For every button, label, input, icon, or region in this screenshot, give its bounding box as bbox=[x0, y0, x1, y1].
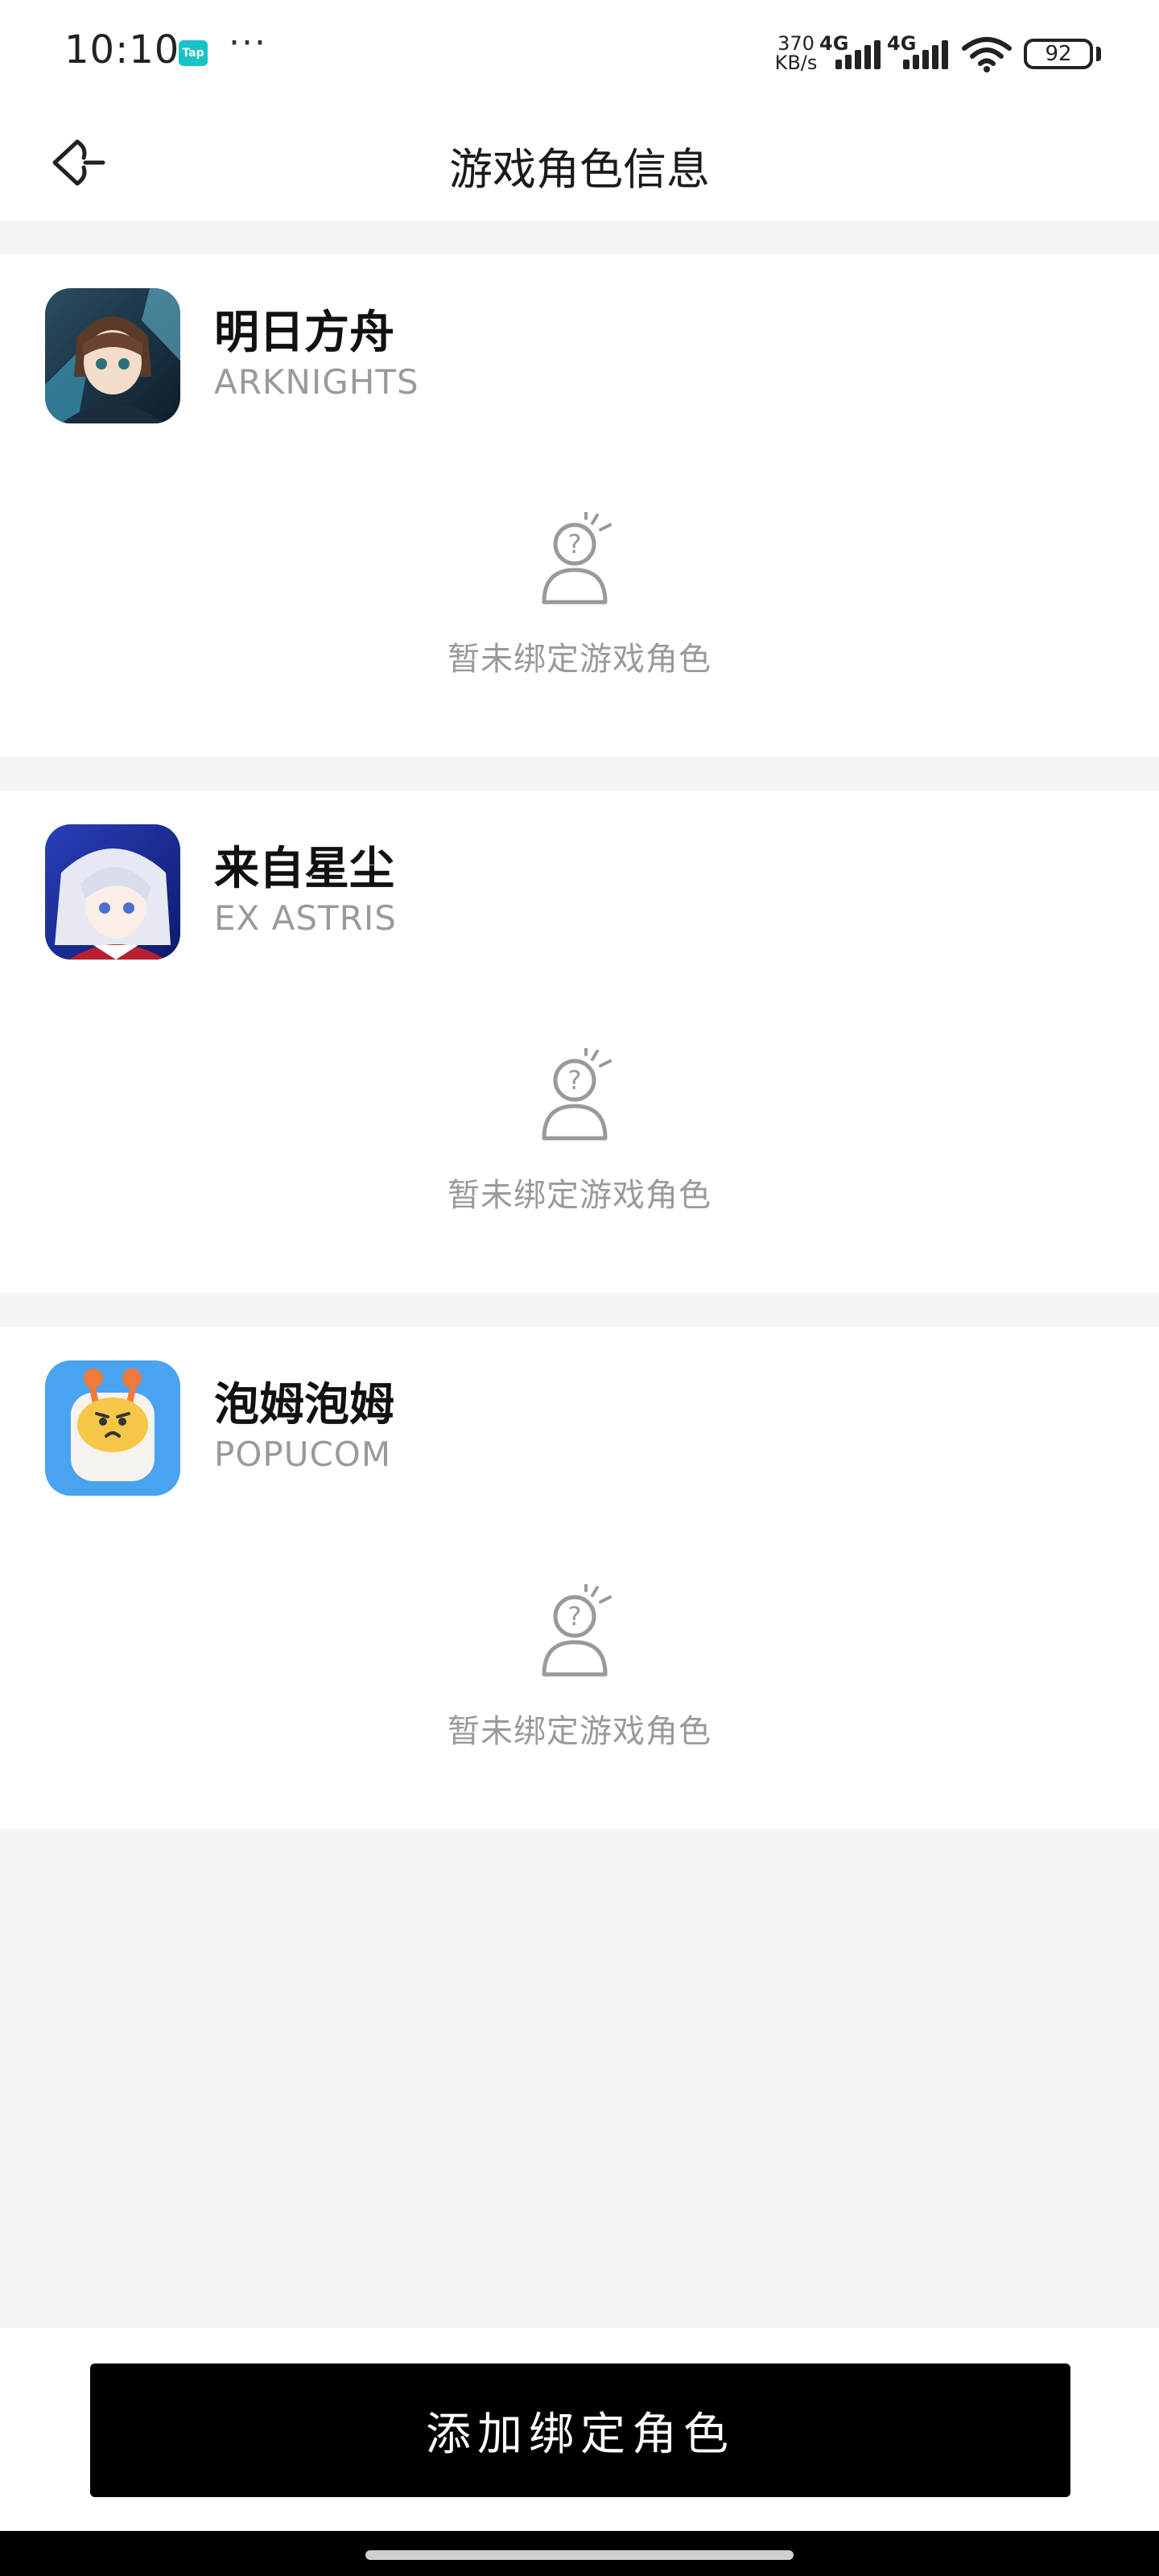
popucom-game-icon bbox=[45, 1360, 180, 1496]
svg-text:?: ? bbox=[568, 529, 582, 559]
ex-astris-game-icon bbox=[45, 824, 180, 960]
page-header: 游戏角色信息 bbox=[0, 103, 1159, 221]
status-time: 10:10 bbox=[64, 27, 180, 72]
network-speed-unit: KB/s bbox=[774, 52, 818, 74]
game-title: 来自星尘 bbox=[214, 843, 394, 895]
game-title: 泡姆泡姆 bbox=[214, 1379, 394, 1431]
home-indicator[interactable] bbox=[365, 2550, 794, 2560]
system-nav-bar bbox=[0, 2531, 1159, 2576]
network-speed: 370 KB/s bbox=[768, 34, 824, 72]
svg-text:?: ? bbox=[568, 1601, 582, 1632]
network-speed-value: 370 bbox=[777, 32, 815, 55]
tap-app-icon: Tap bbox=[179, 40, 208, 66]
game-subtitle: EX ASTRIS bbox=[214, 898, 397, 938]
app-root: 10:10 Tap ··· 370 KB/s 4G 4G 92 游戏角色信息 明… bbox=[0, 0, 1159, 2576]
add-bind-character-button[interactable]: 添加绑定角色 bbox=[90, 2363, 1070, 2497]
no-character-icon: ? bbox=[542, 1048, 612, 1141]
empty-state-text: 暂未绑定游戏角色 bbox=[448, 1713, 711, 1750]
empty-state-text: 暂未绑定游戏角色 bbox=[448, 641, 711, 678]
signal-icon-2 bbox=[903, 39, 951, 69]
game-subtitle: ARKNIGHTS bbox=[214, 362, 419, 402]
game-title: 明日方舟 bbox=[214, 307, 394, 359]
page-title: 游戏角色信息 bbox=[449, 144, 710, 195]
game-subtitle: POPUCOM bbox=[214, 1435, 392, 1474]
battery-level: 92 bbox=[1045, 42, 1072, 66]
arknights-game-icon bbox=[45, 288, 180, 423]
game-card-popucom: 泡姆泡姆 POPUCOM ? 暂未绑定游戏角色 bbox=[0, 1327, 1159, 1829]
wifi-icon bbox=[962, 37, 1012, 72]
signal-icon-1 bbox=[835, 39, 884, 69]
svg-text:?: ? bbox=[568, 1065, 582, 1096]
bottom-action-bar: 添加绑定角色 bbox=[0, 2328, 1159, 2531]
status-bar: 10:10 Tap ··· 370 KB/s 4G 4G 92 bbox=[0, 0, 1159, 103]
battery-icon: 92 bbox=[1024, 39, 1093, 69]
no-character-icon: ? bbox=[542, 1584, 612, 1677]
empty-state-text: 暂未绑定游戏角色 bbox=[448, 1177, 711, 1214]
no-character-icon: ? bbox=[542, 512, 612, 605]
battery-tip bbox=[1096, 47, 1101, 61]
game-card-arknights: 明日方舟 ARKNIGHTS ? 暂未绑定游戏角色 bbox=[0, 254, 1159, 757]
more-notifications-icon: ··· bbox=[229, 23, 267, 64]
game-card-ex-astris: 来自星尘 EX ASTRIS ? 暂未绑定游戏角色 bbox=[0, 791, 1159, 1293]
